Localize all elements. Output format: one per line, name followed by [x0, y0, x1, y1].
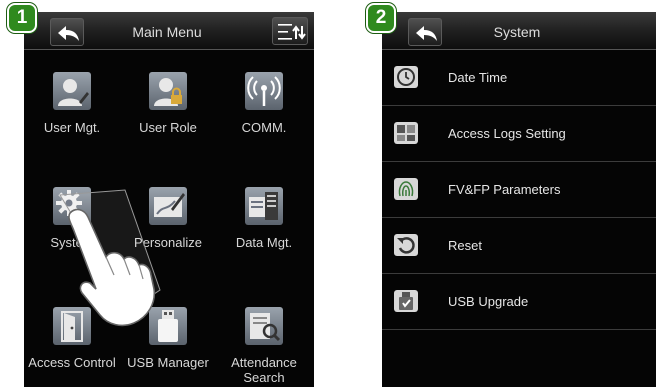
back-arrow-icon [416, 26, 437, 41]
list-item-fv-fp-parameters[interactable]: FV&FP Parameters [382, 162, 656, 218]
clock-icon [394, 66, 418, 88]
antenna-icon [245, 72, 283, 110]
list-item-label: Date Time [448, 70, 508, 85]
menu-item-label: User Mgt. [43, 120, 101, 135]
page-title: System [493, 24, 541, 40]
reset-icon [394, 234, 418, 256]
list-item-label: Reset [448, 238, 482, 253]
menu-item-attendance-search[interactable]: Attendance Search [216, 297, 312, 387]
pointing-hand-icon [59, 189, 161, 327]
page-title: Main Menu [132, 24, 202, 40]
step-1-badge: 1 [7, 3, 37, 33]
search-document-icon [245, 307, 283, 345]
menu-item-label: Attendance Search [231, 355, 297, 385]
system-header: System [382, 12, 656, 50]
menu-item-label: Data Mgt. [235, 235, 293, 250]
user-lock-icon [149, 72, 187, 110]
list-item-label: FV&FP Parameters [448, 182, 561, 197]
server-icon [245, 187, 283, 225]
logs-icon [394, 122, 418, 144]
menu-item-label: COMM. [241, 120, 287, 135]
usb-upgrade-icon [394, 290, 418, 312]
menu-item-data-mgt[interactable]: Data Mgt. [216, 177, 312, 273]
list-item-date-time[interactable]: Date Time [382, 50, 656, 106]
list-item-access-logs-setting[interactable]: Access Logs Setting [382, 106, 656, 162]
menu-item-label: USB Manager [127, 355, 209, 370]
menu-item-user-role[interactable]: User Role [120, 62, 216, 158]
back-button[interactable] [50, 18, 84, 46]
menu-item-comm[interactable]: COMM. [216, 62, 312, 158]
system-screen: System Date Time Access Logs Setting FV&… [382, 12, 656, 387]
menu-item-label: Access Control [28, 355, 116, 370]
menu-item-user-mgt[interactable]: User Mgt. [24, 62, 120, 158]
user-edit-icon [53, 72, 91, 110]
main-menu-header: Main Menu [24, 12, 314, 50]
step-2-badge: 2 [366, 3, 396, 33]
fingerprint-icon [394, 178, 418, 200]
menu-item-label: User Role [139, 120, 197, 135]
list-item-label: Access Logs Setting [448, 126, 566, 141]
back-button[interactable] [408, 18, 442, 46]
list-item-label: USB Upgrade [448, 294, 529, 309]
back-arrow-icon [58, 26, 79, 41]
sort-button[interactable] [272, 17, 308, 45]
list-item-usb-upgrade[interactable]: USB Upgrade [382, 274, 656, 330]
sort-icon [278, 24, 306, 40]
list-item-reset[interactable]: Reset [382, 218, 656, 274]
